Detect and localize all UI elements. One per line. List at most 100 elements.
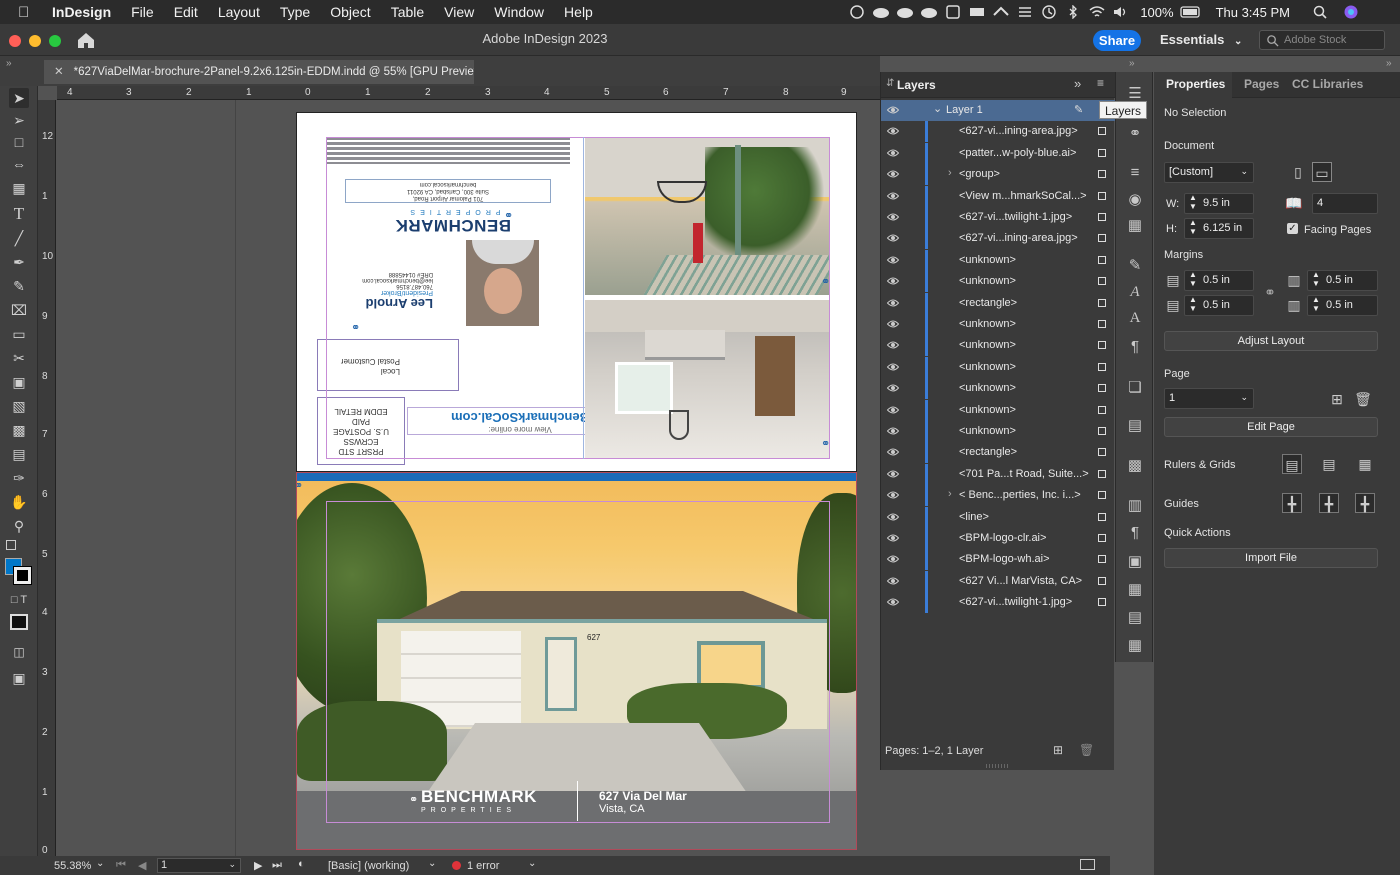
share-button[interactable]: Share [1093, 30, 1141, 51]
visibility-eye-icon[interactable] [887, 340, 899, 350]
layer-item-row[interactable]: <unknown> [881, 399, 1115, 421]
pencil-tool-icon[interactable]: ✎ [9, 276, 29, 296]
chevron-down-icon[interactable]: ⌄ [933, 102, 942, 115]
previous-page-icon[interactable]: ◀ [138, 859, 146, 872]
portrait-orientation-icon[interactable]: ▯ [1288, 162, 1308, 182]
object-styles-icon[interactable]: ▥ [1125, 496, 1145, 514]
selection-square-icon[interactable] [1098, 405, 1106, 414]
layer-item-row[interactable]: <unknown> [881, 314, 1115, 335]
visibility-eye-icon[interactable] [887, 298, 899, 308]
apply-color-icon[interactable] [10, 614, 28, 630]
layer-item-row[interactable]: <627-vi...twilight-1.jpg> [881, 592, 1115, 614]
scissors-tool-icon[interactable]: ✂ [9, 348, 29, 368]
margin-left-field[interactable]: ▲ ▼ 0.5 in [1307, 270, 1378, 291]
spotlight-search-icon[interactable] [1312, 5, 1330, 19]
color-icon[interactable]: ◉ [1125, 190, 1145, 208]
stepper-icon[interactable]: ▲ ▼ [1189, 218, 1197, 236]
zoom-level[interactable]: 55.38% [54, 860, 91, 872]
formatting-affects-container-icon[interactable]: □ T [9, 590, 29, 610]
import-file-button[interactable]: Import File [1164, 548, 1378, 568]
gap-tool-icon[interactable]: ⇔ [9, 154, 29, 174]
eyedropper-tool-icon[interactable]: ✑ [9, 468, 29, 488]
layer-item-row[interactable]: <unknown> [881, 271, 1115, 293]
layer-item-row[interactable]: <BPM-logo-wh.ai> [881, 549, 1115, 571]
stepper-icon[interactable]: ▲ ▼ [1189, 193, 1197, 211]
menu-layout[interactable]: Layout [218, 4, 260, 20]
tab-cc-libraries[interactable]: CC Libraries [1292, 77, 1363, 91]
link-icon[interactable]: ⚭ [504, 209, 513, 222]
selection-square-icon[interactable] [1098, 191, 1106, 200]
dining-photo-upper[interactable] [585, 137, 829, 295]
rectangle-frame-tool-icon[interactable]: ⌧ [9, 300, 29, 320]
selection-tool-icon[interactable]: ➤ [9, 88, 29, 108]
cloud-icon[interactable] [872, 5, 890, 19]
document-grid-icon[interactable]: ▦ [1355, 454, 1375, 474]
visibility-eye-icon[interactable] [887, 105, 899, 115]
cell-styles-icon[interactable]: ▣ [1125, 552, 1145, 570]
menu-object[interactable]: Object [330, 4, 370, 20]
vertical-ruler[interactable]: 12 1 10 9 8 7 6 5 4 3 2 1 0 [38, 100, 56, 856]
layer-item-row[interactable]: <rectangle> [881, 292, 1115, 314]
chevron-down-icon[interactable]: ⌄ [528, 858, 536, 869]
selection-square-icon[interactable] [1098, 277, 1106, 286]
link-icon[interactable]: ⚭ [297, 479, 303, 492]
stepper-icon[interactable]: ▲ ▼ [1312, 270, 1320, 288]
workspace-switcher[interactable]: Essentials ⌄ [1160, 32, 1242, 47]
layer-item-row[interactable]: <627 Vi...l MarVista, CA> [881, 570, 1115, 592]
margin-bottom-field[interactable]: ▲ ▼ 0.5 in [1184, 295, 1254, 316]
view-mode-icon[interactable]: ◫ [9, 642, 29, 662]
preflight-profile[interactable]: [Basic] (working) [328, 860, 409, 872]
visibility-eye-icon[interactable] [887, 512, 899, 522]
selection-square-icon[interactable] [1098, 427, 1106, 435]
gradient-feather-tool-icon[interactable]: ▩ [9, 420, 29, 440]
type-tool-icon[interactable]: T [9, 204, 29, 224]
visibility-eye-icon[interactable] [887, 191, 899, 201]
content-collector-icon[interactable]: ▦ [9, 178, 29, 198]
collapse-dock-icon[interactable]: » [1129, 58, 1135, 69]
margin-right-field[interactable]: ▲ ▼ 0.5 in [1307, 295, 1378, 316]
visibility-eye-icon[interactable] [887, 126, 899, 136]
chevron-right-icon[interactable]: › [948, 167, 952, 179]
swap-fill-stroke-icon[interactable] [6, 540, 16, 550]
swatches-icon[interactable]: ▦ [1125, 216, 1145, 234]
layer-item-row[interactable]: <BPM-logo-clr.ai> [881, 528, 1115, 549]
menu-help[interactable]: Help [564, 4, 593, 20]
apple-icon[interactable]:  [18, 4, 36, 21]
visibility-eye-icon[interactable] [887, 469, 899, 479]
page-number-field[interactable]: 1 ⌄ [157, 858, 241, 873]
visibility-eye-icon[interactable] [887, 319, 899, 329]
facing-pages-label[interactable]: Facing Pages [1304, 224, 1371, 236]
layer-item-row[interactable]: › < Benc...perties, Inc. i...> [881, 485, 1115, 507]
layer-item-row[interactable]: <701 Pa...t Road, Suite...> [881, 463, 1115, 485]
document-canvas[interactable]: 701 Palomar Airport Road, Suite 300, Car… [57, 100, 880, 856]
edit-page-button[interactable]: Edit Page [1164, 417, 1378, 437]
selection-square-icon[interactable] [1098, 362, 1106, 371]
selection-square-icon[interactable] [1098, 213, 1106, 221]
chevron-down-icon[interactable]: ⌄ [96, 858, 104, 869]
screen-mode-icon[interactable]: ▣ [9, 668, 29, 688]
menu-window[interactable]: Window [494, 4, 544, 20]
visibility-eye-icon[interactable] [887, 490, 899, 500]
chevron-down-icon[interactable]: ⌄ [428, 858, 436, 869]
selection-square-icon[interactable] [1098, 555, 1106, 564]
page-select[interactable]: 1 ⌄ [1164, 388, 1254, 409]
close-tab-icon[interactable]: ✕ [54, 66, 64, 78]
menu-app-name[interactable]: InDesign [52, 4, 111, 20]
visibility-eye-icon[interactable] [887, 148, 899, 158]
menu-table[interactable]: Table [391, 4, 424, 20]
paragraph-styles-icon[interactable]: A [1125, 284, 1145, 302]
layer-item-row[interactable]: › <group> [881, 164, 1115, 186]
height-field[interactable]: ▲ ▼ 6.125 in [1184, 218, 1254, 239]
collapse-panels-icon[interactable]: » [6, 58, 12, 69]
baseline-grid-icon[interactable]: ▤ [1319, 454, 1339, 474]
page-2[interactable]: 627 ⚭ BENCHMARK PROPERTIES 627 Via Del M… [296, 472, 857, 850]
document-preset-select[interactable]: [Custom] ⌄ [1164, 162, 1254, 183]
tab-properties[interactable]: Properties [1166, 77, 1225, 91]
layer-item-row[interactable]: <rectangle> [881, 442, 1115, 464]
preflight-errors[interactable]: 1 error [467, 860, 499, 872]
visibility-eye-icon[interactable] [887, 362, 899, 372]
battery-icon[interactable] [1179, 5, 1202, 19]
selection-square-icon[interactable] [1098, 512, 1106, 521]
preflight-status-icon[interactable]: ◐ [298, 858, 305, 870]
bluetooth-icon[interactable] [1064, 5, 1082, 19]
